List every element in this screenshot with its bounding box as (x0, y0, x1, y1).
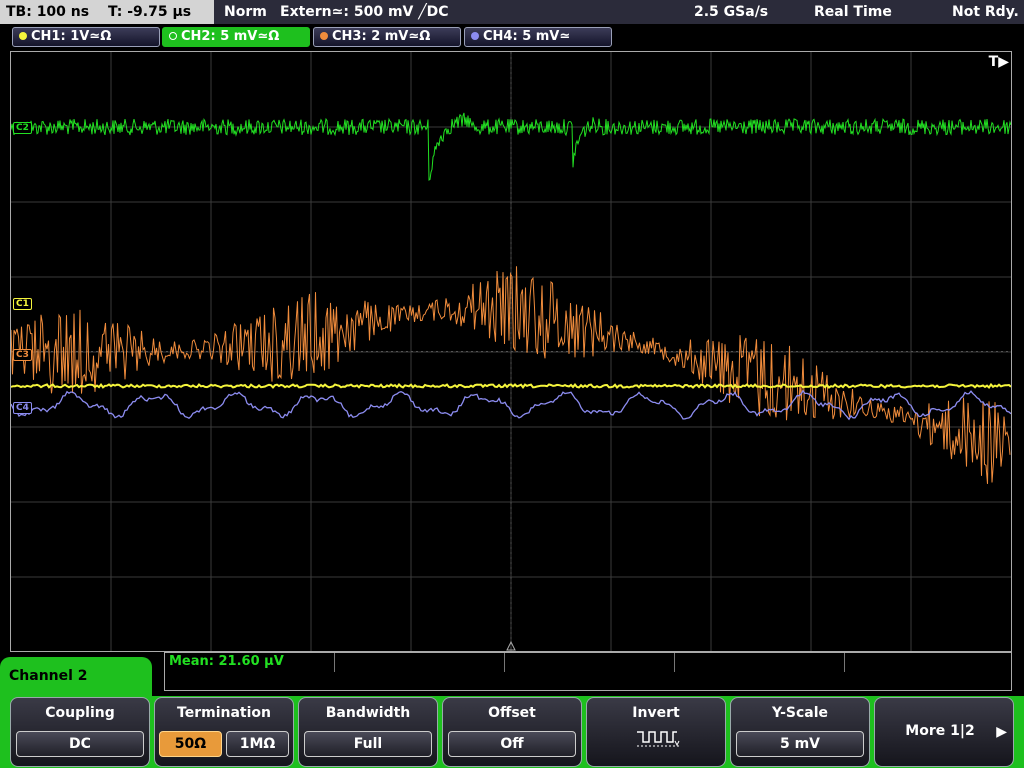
trigger-mode[interactable]: Norm (224, 0, 267, 24)
offset-softkey[interactable]: Offset Off (442, 697, 582, 767)
yscale-label: Y-Scale (771, 705, 828, 721)
ch4-label: CH4: 5 mV≃ (483, 29, 571, 44)
termination-label: Termination (177, 705, 271, 721)
ch2-label: CH2: 5 mV≃Ω (181, 29, 280, 44)
yscale-softkey[interactable]: Y-Scale 5 mV (730, 697, 870, 767)
ch4-offset-marker[interactable]: C4 (13, 402, 32, 414)
timebase-label: TB: 100 ns (6, 4, 90, 20)
bandwidth-label: Bandwidth (325, 705, 411, 721)
channel-tab-ch2[interactable]: CH2: 5 mV≃Ω (162, 27, 310, 47)
measurement-cell (335, 653, 505, 672)
mean-measurement: Mean: 21.60 µV (169, 654, 284, 669)
ch1-label: CH1: 1V≃Ω (31, 29, 112, 44)
inverted-square-wave-icon (637, 731, 680, 747)
channel-tab-ch4[interactable]: CH4: 5 mV≃ (464, 27, 612, 47)
ch2-color-dot (169, 32, 177, 40)
invert-softkey[interactable]: Invert (586, 697, 726, 767)
acquisition-status: Not Rdy. (952, 4, 1019, 20)
measurement-cell (675, 653, 845, 672)
coupling-value[interactable]: DC (16, 731, 144, 757)
ch1-offset-marker[interactable]: C1 (13, 298, 32, 310)
ch3-color-dot (320, 32, 328, 40)
termination-softkey[interactable]: Termination 50Ω 1MΩ (154, 697, 294, 767)
channel-strip: CH1: 1V≃Ω CH2: 5 mV≃Ω CH3: 2 mV≃Ω CH4: 5… (0, 24, 1024, 50)
coupling-label: Coupling (45, 705, 115, 721)
sample-rate: 2.5 GSa/s (694, 4, 769, 20)
measurement-cell (505, 653, 675, 672)
yscale-value[interactable]: 5 mV (736, 731, 864, 757)
trigger-time-label: T: -9.75 µs (107, 4, 192, 20)
termination-1m-option[interactable]: 1MΩ (226, 731, 289, 757)
invert-label: Invert (632, 705, 680, 721)
termination-50-option[interactable]: 50Ω (159, 731, 222, 757)
ch2-offset-marker[interactable]: C2 (13, 122, 32, 134)
acquisition-mode: Real Time (814, 4, 892, 20)
trigger-source[interactable]: Extern≃: 500 mV ╱DC (280, 0, 449, 24)
ch1-color-dot (19, 32, 27, 40)
bandwidth-softkey[interactable]: Bandwidth Full (298, 697, 438, 767)
ch3-label: CH3: 2 mV≃Ω (332, 29, 431, 44)
ch4-color-dot (471, 32, 479, 40)
more-arrow-icon: ▶ (996, 724, 1007, 740)
more-label: More 1|2 (905, 723, 975, 739)
channel-tab-ch1[interactable]: CH1: 1V≃Ω (12, 27, 160, 47)
offset-value[interactable]: Off (448, 731, 576, 757)
ch3-offset-marker[interactable]: C3 (13, 349, 32, 361)
trigger-level-marker: T▶ (988, 54, 1009, 70)
waveform-display[interactable]: T▶ C2 C1 C3 C4 (10, 51, 1012, 652)
top-status-bar: TB: 100 ns T: -9.75 µs Norm Extern≃: 500… (0, 0, 1024, 24)
timebase-box[interactable]: TB: 100 ns T: -9.75 µs (0, 0, 214, 24)
offset-label: Offset (488, 705, 536, 721)
channel-tab-ch3[interactable]: CH3: 2 mV≃Ω (313, 27, 461, 47)
menu-title: Channel 2 (0, 657, 152, 697)
coupling-softkey[interactable]: Coupling DC (10, 697, 150, 767)
more-softkey[interactable]: More 1|2 ▶ (874, 697, 1014, 767)
waveform-canvas (11, 52, 1011, 651)
measurement-panel: Mean: 21.60 µV (164, 652, 1012, 691)
bandwidth-value[interactable]: Full (304, 731, 432, 757)
